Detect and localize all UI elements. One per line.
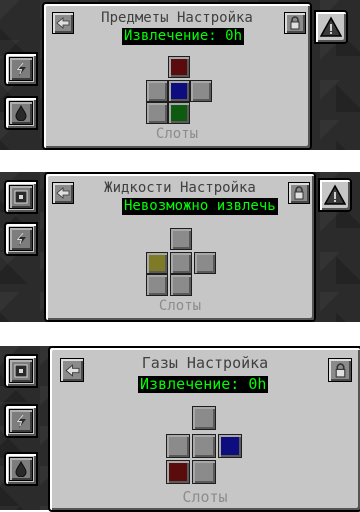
padlock-icon: [290, 16, 300, 30]
slot-bottom-left[interactable]: [166, 460, 190, 484]
warning-triangle-icon: [324, 184, 346, 205]
slots-label: Слоты: [158, 298, 202, 314]
panel-title: Газы Настройка: [141, 354, 269, 372]
lightning-icon: [16, 232, 26, 246]
item-slot-icon: [14, 364, 28, 378]
item-tab[interactable]: [4, 354, 38, 388]
lock-button[interactable]: [284, 12, 306, 34]
panel-title: Жидкости Настройка: [104, 180, 256, 196]
slot-bottom-left[interactable]: [146, 102, 168, 124]
slot-left[interactable]: [166, 434, 190, 458]
slot-bottom[interactable]: [168, 102, 190, 124]
drop-icon: [15, 105, 27, 121]
status-text: Извлечение: 0h: [138, 375, 269, 393]
padlock-icon: [335, 362, 345, 377]
slot-bottom-left[interactable]: [146, 274, 168, 296]
status-text: Невозможно извлечь: [122, 198, 278, 215]
energy-tab[interactable]: [4, 404, 38, 438]
fluid-tab[interactable]: [4, 452, 38, 486]
lock-button[interactable]: [328, 358, 352, 382]
slot-bottom[interactable]: [170, 274, 192, 296]
lightning-icon: [16, 414, 26, 428]
slots-label: Слоты: [182, 488, 228, 506]
warning-tab[interactable]: [318, 178, 352, 212]
slot-left[interactable]: [146, 80, 168, 102]
drop-icon: [15, 461, 27, 477]
lock-button[interactable]: [288, 182, 310, 204]
lightning-icon: [16, 62, 26, 76]
slot-center[interactable]: [170, 252, 192, 274]
fluid-tab[interactable]: [4, 96, 38, 130]
slot-center[interactable]: [192, 434, 216, 458]
warning-tab[interactable]: [314, 10, 348, 44]
config-panel-fluids: Жидкости Настройка Невозможно извлечь Сл…: [44, 172, 316, 322]
item-tab[interactable]: [4, 180, 38, 214]
item-slot-icon: [14, 190, 28, 204]
slot-bottom[interactable]: [192, 460, 216, 484]
slot-right[interactable]: [218, 434, 242, 458]
slot-top[interactable]: [192, 406, 216, 430]
slot-top[interactable]: [168, 56, 190, 78]
slot-left[interactable]: [146, 252, 168, 274]
slots-label: Слоты: [155, 126, 199, 142]
slot-top[interactable]: [170, 228, 192, 250]
config-panel-gases: Газы Настройка Извлечение: 0h Слоты: [48, 346, 360, 512]
padlock-icon: [294, 186, 304, 200]
status-text: Извлечение: 0h: [122, 28, 245, 45]
slot-right[interactable]: [190, 80, 212, 102]
energy-tab[interactable]: [4, 52, 38, 86]
energy-tab[interactable]: [4, 222, 38, 256]
slot-center[interactable]: [168, 80, 190, 102]
slot-right[interactable]: [194, 252, 216, 274]
config-panel-items: Предметы Настройка Извлечение: 0h Слоты: [42, 2, 312, 150]
warning-triangle-icon: [320, 16, 342, 37]
panel-title: Предметы Настройка: [101, 10, 253, 26]
